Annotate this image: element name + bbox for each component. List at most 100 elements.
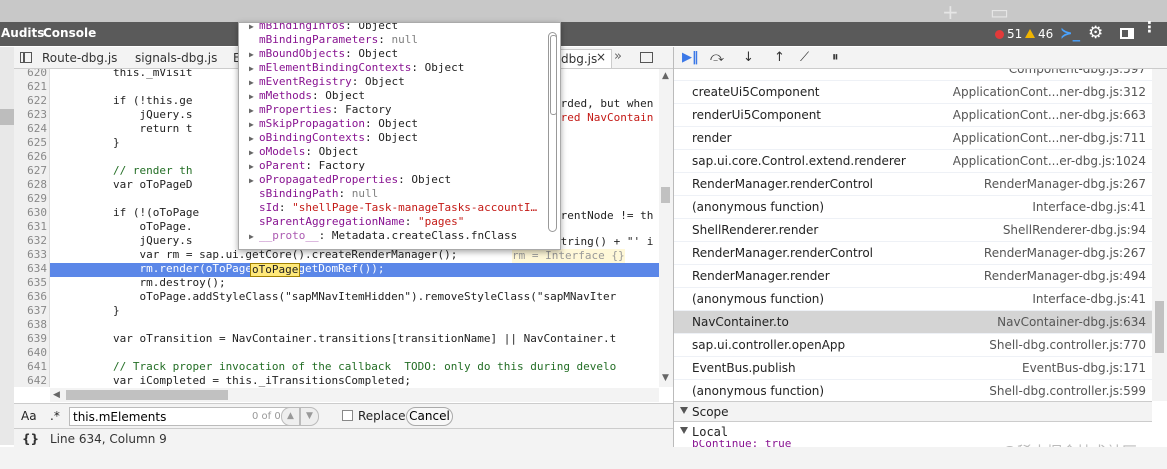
line-number[interactable]: 628 <box>14 178 47 192</box>
frame-location[interactable]: Shell-dbg.controller.js:770 <box>989 338 1146 352</box>
frame-location[interactable]: ApplicationCont...er-dbg.js:1024 <box>953 154 1146 168</box>
scroll-left-icon[interactable]: ◀ <box>53 390 60 400</box>
object-property[interactable]: ▶ mEventRegistry: Object <box>249 75 405 89</box>
frame-location[interactable]: ApplicationCont...ner-dbg.js:312 <box>953 85 1146 99</box>
object-property[interactable]: ▶ mProperties: Factory <box>249 103 391 117</box>
expand-arrow-icon[interactable]: ▶ <box>249 90 259 104</box>
cancel-button[interactable]: Cancel <box>406 407 453 426</box>
line-number[interactable]: 640 <box>14 346 47 360</box>
more-tabs-icon[interactable]: » <box>614 49 622 64</box>
file-tab[interactable]: Route-dbg.js <box>42 51 117 65</box>
expand-arrow-icon[interactable]: ▶ <box>249 174 259 188</box>
frame-location[interactable]: Interface-dbg.js:41 <box>1032 200 1146 214</box>
object-property[interactable]: ▶ mElementBindingContexts: Object <box>249 61 464 75</box>
frame-location[interactable]: RenderManager-dbg.js:267 <box>984 246 1146 260</box>
console-drawer-icon[interactable]: ≻_ <box>1060 24 1080 42</box>
call-frame[interactable]: Component-dbg.js:597 <box>674 69 1152 81</box>
expand-arrow-icon[interactable]: ▶ <box>249 76 259 90</box>
line-number[interactable]: 622 <box>14 94 47 108</box>
call-frame[interactable]: RenderManager.render RenderManager-dbg.js… <box>674 265 1152 288</box>
local-scope-header[interactable]: Local <box>674 421 1152 441</box>
expand-arrow-icon[interactable]: ▶ <box>249 48 259 62</box>
object-property[interactable]: ▶ oBindingContexts: Object <box>249 131 418 145</box>
next-match-button[interactable]: ▼ <box>300 407 319 426</box>
line-number[interactable]: 629 <box>14 192 47 206</box>
pretty-print-button[interactable]: {} <box>22 432 39 446</box>
more-options-icon[interactable]: ⋮ <box>1142 20 1157 35</box>
file-tab[interactable]: signals-dbg.js <box>135 51 217 65</box>
line-number[interactable]: 633 <box>14 248 47 262</box>
call-frame[interactable]: EventBus.publish EventBus-dbg.js:171 <box>674 357 1152 380</box>
object-inspector-popover[interactable]: ▶ mBindingInfos: Object mBindingParameters… <box>238 22 561 250</box>
line-number[interactable]: 625 <box>14 136 47 150</box>
scrollbar-thumb[interactable] <box>66 390 228 400</box>
match-case-toggle[interactable]: Aa <box>21 409 37 423</box>
step-out-icon[interactable]: ↑ <box>774 50 785 65</box>
object-property[interactable]: sBindingPath: null <box>249 187 378 201</box>
object-property[interactable]: sId: "shellPage-Task-manageTasks-account… <box>249 201 537 215</box>
call-frame[interactable]: sap.ui.core.Control.extend.renderer Appli… <box>674 150 1152 173</box>
line-number[interactable]: 620 <box>14 69 47 80</box>
call-frame[interactable]: render ApplicationCont...ner-dbg.js:711 <box>674 127 1152 150</box>
hovered-token[interactable]: oToPage <box>250 263 301 277</box>
object-property[interactable]: mBindingParameters: null <box>249 33 418 47</box>
debugger-toggle-icon[interactable] <box>640 52 653 63</box>
object-property[interactable]: ▶ oParent: Factory <box>249 159 365 173</box>
expand-arrow-icon[interactable]: ▶ <box>249 230 259 244</box>
call-frame[interactable]: RenderManager.renderControl RenderManager… <box>674 242 1152 265</box>
frame-location[interactable]: Component-dbg.js:597 <box>1009 69 1146 76</box>
object-property[interactable]: ▶ mBindingInfos: Object <box>249 23 398 33</box>
object-property[interactable]: ▶ mMethods: Object <box>249 89 365 103</box>
object-property[interactable]: ▶ oModels: Object <box>249 145 358 159</box>
call-frame[interactable]: (anonymous function) Interface-dbg.js:41 <box>674 196 1152 219</box>
replace-checkbox[interactable] <box>342 410 353 421</box>
regex-toggle[interactable]: .* <box>50 409 60 423</box>
tab-audits[interactable]: Audits <box>1 26 44 40</box>
line-number[interactable]: 621 <box>14 80 47 94</box>
resume-icon[interactable]: ▶︎‖ <box>682 50 699 65</box>
object-property[interactable]: ▶ oPropagatedProperties: Object <box>249 173 451 187</box>
call-frame[interactable]: (anonymous function) Shell-dbg.controller… <box>674 380 1152 401</box>
navigator-toggle-icon[interactable] <box>20 52 32 63</box>
warning-count-badge[interactable]: 46 <box>1025 27 1053 41</box>
call-frame[interactable]: sap.ui.controller.openApp Shell-dbg.contr… <box>674 334 1152 357</box>
call-frame[interactable]: ShellRenderer.render ShellRenderer-dbg.js… <box>674 219 1152 242</box>
call-frame[interactable]: (anonymous function) Interface-dbg.js:41 <box>674 288 1152 311</box>
frame-location[interactable]: RenderManager-dbg.js:494 <box>984 269 1146 283</box>
prev-match-button[interactable]: ▲ <box>281 407 300 426</box>
close-icon[interactable]: × <box>596 50 606 64</box>
step-into-icon[interactable]: ↓ <box>743 50 754 65</box>
line-number[interactable]: 631 <box>14 220 47 234</box>
expand-arrow-icon[interactable]: ▶ <box>249 104 259 118</box>
expand-arrow-icon[interactable]: ▶ <box>249 118 259 132</box>
popover-scrollbar[interactable] <box>548 32 557 232</box>
tab-console[interactable]: Console <box>43 26 96 40</box>
pause-on-exceptions-icon[interactable]: ⏸ <box>832 50 839 65</box>
error-count-badge[interactable]: 51 <box>995 27 1022 41</box>
expand-arrow-icon[interactable]: ▶ <box>249 62 259 76</box>
step-over-icon[interactable]: ⤼ <box>710 50 724 65</box>
object-property[interactable]: ▶ __proto__: Metadata.createClass.fnClass <box>249 229 517 243</box>
expand-arrow-icon[interactable]: ▶ <box>249 146 259 160</box>
expand-arrow-icon[interactable]: ▶ <box>249 132 259 146</box>
call-frame[interactable]: renderUi5Component ApplicationCont...ner-… <box>674 104 1152 127</box>
scroll-up-icon[interactable]: ▲ <box>662 71 669 81</box>
line-number[interactable]: 634 <box>14 262 47 276</box>
line-number[interactable]: 637 <box>14 304 47 318</box>
frame-location[interactable]: RenderManager-dbg.js:267 <box>984 177 1146 191</box>
editor-horizontal-scrollbar[interactable]: ◀ <box>50 388 659 402</box>
object-property[interactable]: ▶ mSkipPropagation: Object <box>249 117 418 131</box>
frame-location[interactable]: ApplicationCont...ner-dbg.js:711 <box>953 131 1146 145</box>
line-gutter[interactable]: 620 621 622 623 624 625 626 627 628 629 630 631 632 6… <box>14 69 50 387</box>
line-number[interactable]: 638 <box>14 318 47 332</box>
dock-side-icon[interactable] <box>1120 28 1134 39</box>
line-number[interactable]: 632 <box>14 234 47 248</box>
editor-vertical-scrollbar[interactable]: ▲ ▼ <box>659 69 673 387</box>
object-property[interactable]: sParentAggregationName: "pages" <box>249 215 464 229</box>
scroll-down-icon[interactable]: ▼ <box>662 373 669 383</box>
call-frame[interactable]: RenderManager.renderControl RenderManager… <box>674 173 1152 196</box>
gear-icon[interactable]: ⚙ <box>1088 23 1103 43</box>
line-number[interactable]: 627 <box>14 164 47 178</box>
frame-location[interactable]: ShellRenderer-dbg.js:94 <box>1003 223 1146 237</box>
frame-location[interactable]: NavContainer-dbg.js:634 <box>997 315 1146 329</box>
